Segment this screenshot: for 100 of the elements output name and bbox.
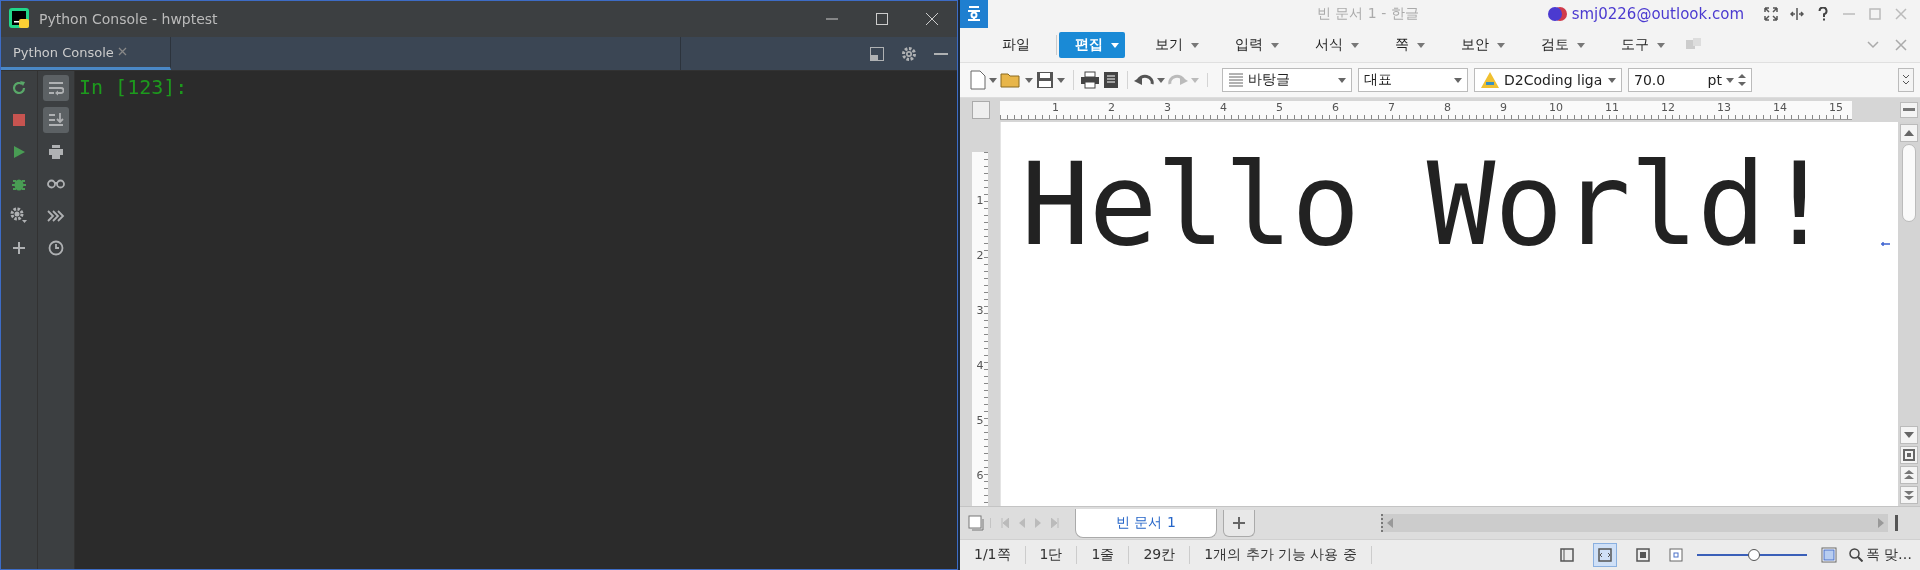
ruler-number: 14 (1772, 100, 1787, 116)
scroll-thumb[interactable] (1902, 144, 1916, 222)
page-layout-icon (1635, 548, 1650, 562)
caret-icon (1608, 77, 1616, 83)
ruler-number: 6 (1331, 100, 1339, 116)
fullscreen-icon[interactable] (1764, 7, 1778, 21)
soft-wrap-icon[interactable] (48, 80, 64, 96)
caret-icon (1271, 42, 1279, 48)
caret-icon (1726, 77, 1734, 83)
preview-icon[interactable] (1103, 71, 1119, 89)
settings-icon[interactable] (10, 207, 28, 225)
status-item: 1단 (1025, 546, 1078, 564)
menu-item[interactable]: 쪽 (1379, 32, 1431, 58)
caret-icon (1157, 77, 1165, 83)
caret-icon (1454, 77, 1462, 83)
caret-icon (989, 77, 997, 83)
caret-icon (1057, 77, 1065, 83)
maximize-icon[interactable] (876, 13, 888, 25)
scroll-down-icon[interactable] (1904, 432, 1914, 438)
scroll-to-end-icon[interactable] (48, 112, 64, 128)
view-mode-button[interactable] (1592, 543, 1617, 567)
account-icon[interactable] (1547, 6, 1568, 22)
ruler-number: 13 (1716, 100, 1731, 116)
app-mark-icon (966, 5, 982, 23)
window-title: Python Console - hwptest (39, 11, 218, 27)
slider-thumb[interactable] (1747, 549, 1760, 561)
ruler-number: 4 (975, 358, 985, 372)
next-page-icon[interactable] (1904, 490, 1914, 500)
caret-icon (1025, 77, 1033, 83)
new-document-icon[interactable] (970, 70, 986, 90)
collapse-icon[interactable] (1867, 41, 1879, 49)
status-item: 1/1쪽 (960, 546, 1026, 564)
font-warning-icon (1480, 71, 1500, 89)
horizontal-ruler[interactable]: 1 2 3 4 5 6 7 8 9 10 11 12 13 14 15 (1000, 100, 1852, 120)
caret-icon (1417, 42, 1425, 48)
scroll-up-icon[interactable] (1904, 130, 1914, 136)
split-icon[interactable] (1790, 7, 1804, 21)
zoom-in-icon[interactable] (1820, 547, 1837, 563)
close-tab-icon[interactable] (117, 47, 127, 56)
ruler-number: 8 (1443, 100, 1451, 116)
print-icon[interactable] (1080, 71, 1100, 89)
stop-icon[interactable] (12, 113, 26, 127)
ruler-number: 2 (975, 248, 985, 262)
layout-icon[interactable] (870, 46, 884, 61)
menu-item[interactable]: 서식 (1299, 32, 1365, 58)
font-size-field[interactable]: 70.0 pt (1628, 68, 1752, 92)
ruler-number: 12 (1660, 100, 1675, 116)
ruler-number: 6 (975, 468, 985, 482)
help-icon[interactable] (1818, 7, 1828, 21)
print-icon[interactable] (48, 144, 64, 160)
settings-icon[interactable] (901, 45, 917, 62)
vertical-ruler[interactable]: 1 2 3 4 5 6 (972, 152, 988, 506)
split-handle-icon[interactable] (1894, 515, 1900, 531)
save-icon[interactable] (1036, 71, 1054, 89)
language-dropdown[interactable]: 대표 (1358, 68, 1468, 92)
caret-icon (1338, 77, 1346, 83)
add-icon[interactable] (12, 241, 26, 255)
caret-icon (1191, 42, 1199, 48)
toggle-button[interactable] (43, 75, 69, 101)
menu-item[interactable]: 입력 (1219, 32, 1285, 58)
menu-item[interactable]: 보기 (1139, 32, 1205, 58)
forward-icon[interactable] (47, 210, 65, 222)
font-dropdown[interactable]: D2Coding liga (1474, 68, 1622, 92)
ruler-number: 3 (1163, 100, 1171, 116)
ruler-number: 4 (1219, 100, 1227, 116)
ruler-number: 2 (1107, 100, 1115, 116)
menu-item[interactable]: 편집 (1059, 32, 1125, 58)
menu-item[interactable]: 보안 (1445, 32, 1511, 58)
plus-icon (1232, 516, 1245, 529)
glasses-icon[interactable] (47, 178, 65, 190)
status-item: 29칸 (1129, 546, 1191, 564)
zoom-fit-button[interactable]: 폭 맞… (1848, 546, 1912, 564)
console-prompt: In [123]: (79, 75, 188, 99)
toggle-button[interactable] (43, 107, 69, 133)
rerun-icon[interactable] (11, 80, 27, 96)
style-dropdown[interactable]: 바탕글 (1222, 68, 1352, 92)
close-icon[interactable] (926, 13, 938, 25)
zoom-out-icon[interactable] (1668, 548, 1683, 562)
page-layout-icon (1597, 548, 1612, 562)
undo-icon[interactable] (1134, 73, 1154, 87)
add-tab-button[interactable] (1222, 509, 1255, 537)
bookmark-icon[interactable] (968, 515, 984, 531)
expand-toolbar-icon[interactable] (1902, 74, 1910, 86)
caret-icon (1351, 42, 1359, 48)
zoom-slider[interactable] (1696, 549, 1807, 561)
caret-icon (1191, 77, 1199, 83)
menu-item[interactable]: 파일 (986, 35, 1057, 55)
document-tab[interactable]: 빈 문서 1 (1075, 508, 1217, 538)
page-view-icon[interactable] (1903, 449, 1915, 461)
ruler-number: 15 (1828, 100, 1843, 116)
ruler-number: 5 (975, 413, 985, 427)
spinner-icon (1738, 72, 1746, 88)
account-email[interactable]: smj0226@outlook.com (1571, 5, 1744, 23)
menu-item[interactable]: 검토 (1525, 32, 1591, 58)
previous-page-icon[interactable] (1904, 470, 1914, 480)
ruler-number: 1 (1051, 100, 1059, 116)
clock-icon[interactable] (48, 240, 64, 256)
run-icon[interactable] (12, 145, 26, 159)
open-folder-icon[interactable] (1000, 71, 1022, 89)
menu-item[interactable]: 도구 (1605, 32, 1671, 58)
